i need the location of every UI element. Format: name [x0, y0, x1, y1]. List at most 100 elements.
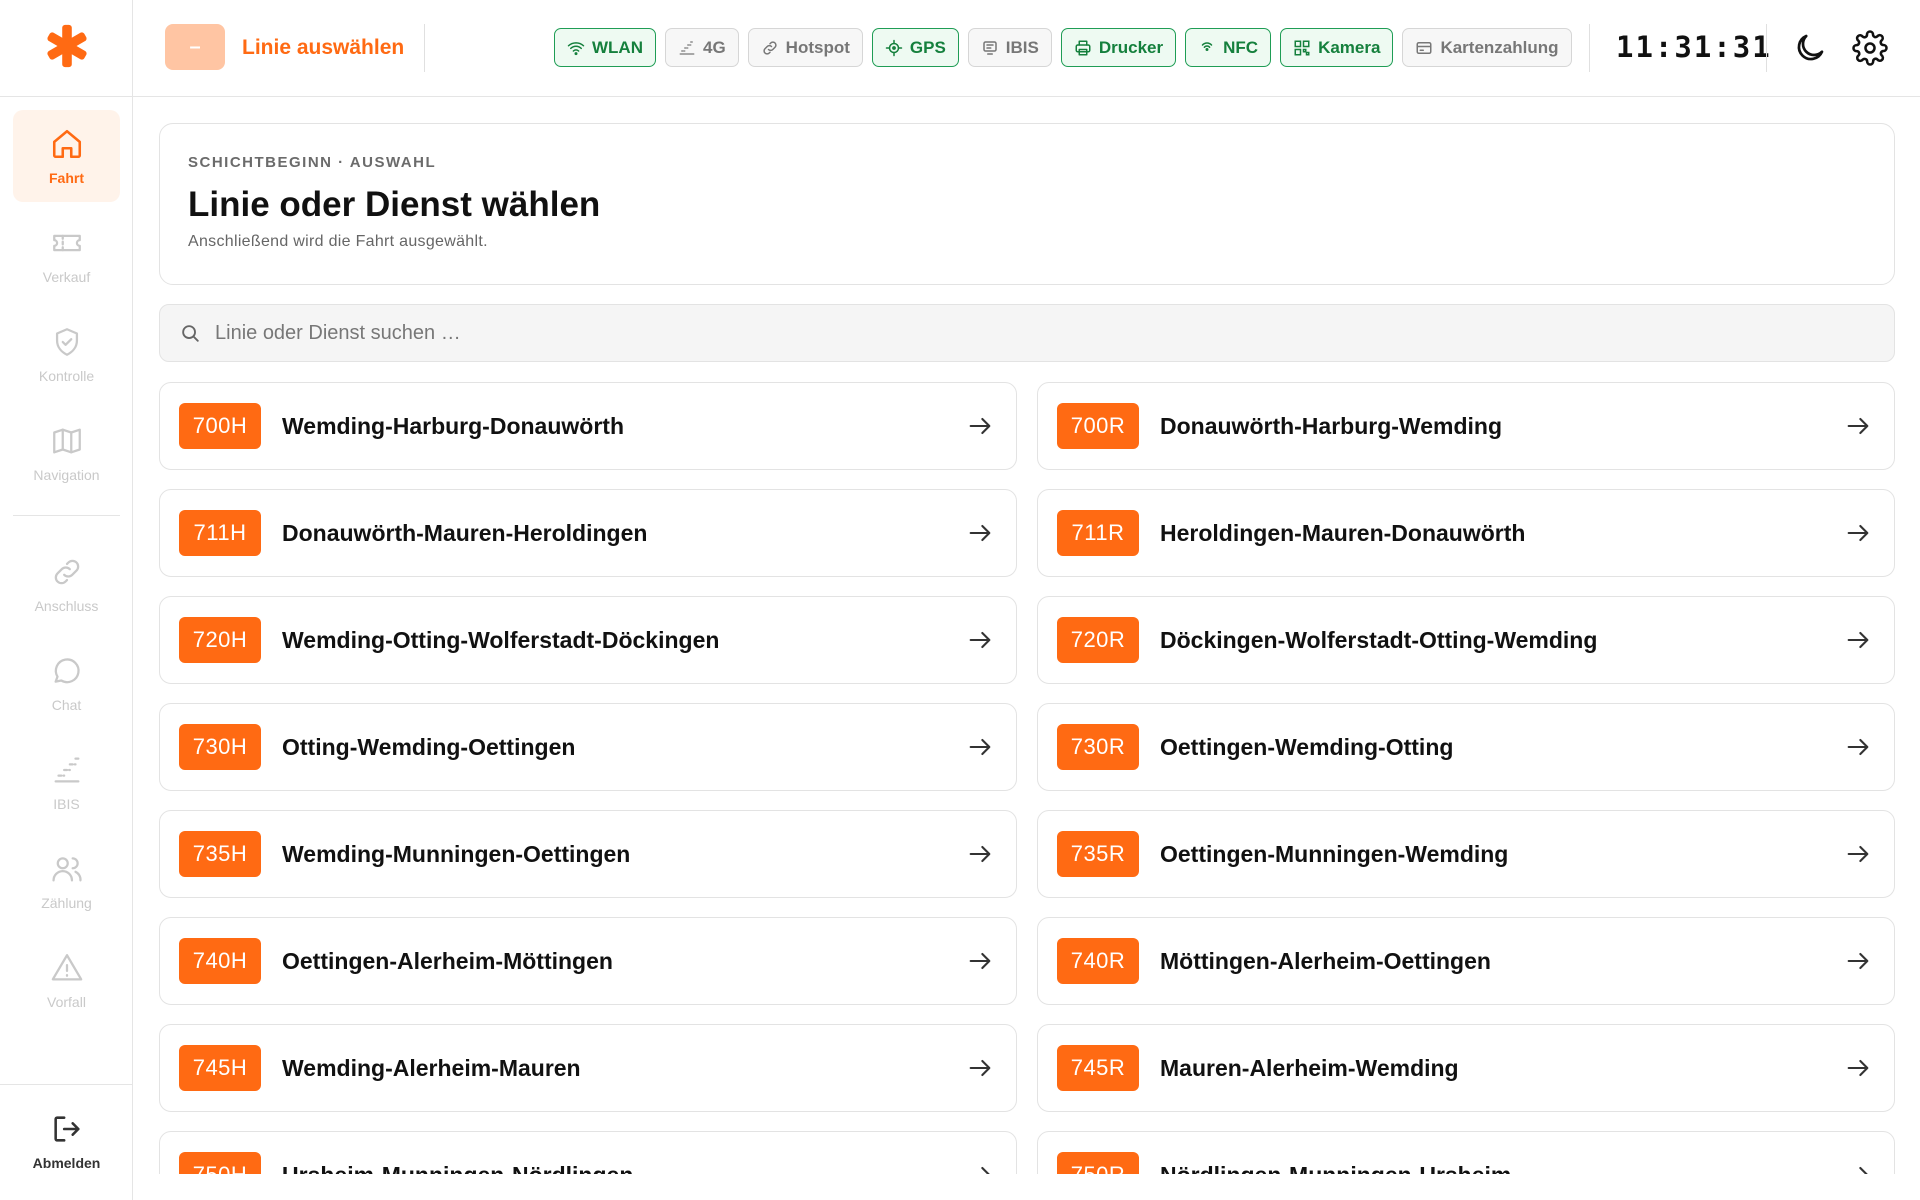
route-code-badge: 740H — [179, 938, 261, 984]
route-code-badge: 735H — [179, 831, 261, 877]
page-subtitle: Anschließend wird die Fahrt ausgewählt. — [188, 233, 488, 250]
ibis-icon — [981, 39, 999, 57]
arrow-right-icon — [1844, 840, 1872, 868]
search-icon — [179, 322, 201, 344]
logout-icon — [50, 1112, 84, 1146]
status-chip-drucker[interactable]: Drucker — [1060, 28, 1177, 67]
shield-check-icon — [50, 325, 84, 359]
route-card[interactable]: 745H Wemding-Alerheim-Mauren — [159, 1024, 1017, 1112]
back-button[interactable]: – — [165, 24, 225, 70]
route-name: Döckingen-Wolferstadt-Otting-Wemding — [1160, 626, 1598, 653]
sidebar-item-label: IBIS — [53, 795, 80, 812]
ticket-icon — [50, 226, 84, 260]
arrow-right-icon — [1844, 412, 1872, 440]
status-chip-hotspot[interactable]: Hotspot — [747, 28, 863, 67]
search-input[interactable] — [215, 305, 1894, 361]
route-card[interactable]: 735R Oettingen-Munningen-Wemding — [1037, 810, 1895, 898]
route-card[interactable]: 730H Otting-Wemding-Oettingen — [159, 703, 1017, 791]
sidebar-item-vorfall[interactable]: Vorfall — [13, 934, 120, 1026]
route-card[interactable]: 745R Mauren-Alerheim-Wemding — [1037, 1024, 1895, 1112]
route-card[interactable]: 735H Wemding-Munningen-Oettingen — [159, 810, 1017, 898]
arrow-right-icon — [1844, 733, 1872, 761]
asterisk-logo-icon — [44, 23, 90, 74]
route-code-badge: 740R — [1057, 938, 1139, 984]
route-code-badge: 745R — [1057, 1045, 1139, 1091]
route-name: Wemding-Harburg-Donauwörth — [282, 412, 624, 439]
route-card[interactable]: 750H Ursheim-Munningen-Nördlingen — [159, 1131, 1017, 1174]
route-card[interactable]: 720R Döckingen-Wolferstadt-Otting-Wemding — [1037, 596, 1895, 684]
app-logo — [0, 0, 133, 97]
route-code-badge: 735R — [1057, 831, 1139, 877]
route-code-badge: 700R — [1057, 403, 1139, 449]
wifi-icon — [567, 39, 585, 57]
status-chip-label: IBIS — [1005, 37, 1039, 57]
nfc-icon — [1198, 39, 1216, 57]
search-box[interactable] — [159, 304, 1895, 362]
status-chip-wlan[interactable]: WLAN — [554, 28, 656, 67]
sidebar-item-label: Kontrolle — [38, 367, 95, 384]
sidebar-item-chat[interactable]: Chat — [13, 637, 120, 729]
sidebar-item-anschluss[interactable]: Anschluss — [13, 538, 120, 630]
route-card[interactable]: 740R Möttingen-Alerheim-Oettingen — [1037, 917, 1895, 1005]
crosshair-icon — [885, 39, 903, 57]
route-card[interactable]: 700H Wemding-Harburg-Donauwörth — [159, 382, 1017, 470]
route-card[interactable]: 740H Oettingen-Alerheim-Möttingen — [159, 917, 1017, 1005]
arrow-right-icon — [1844, 947, 1872, 975]
arrow-right-icon — [966, 1054, 994, 1082]
home-icon — [50, 127, 84, 161]
sidebar: Fahrt Verkauf Kontrolle Navigation Ansch… — [0, 0, 133, 1200]
signal-icon — [678, 39, 696, 57]
sidebar-divider — [13, 515, 120, 516]
theme-toggle-button[interactable] — [1790, 28, 1830, 68]
route-grid: 700H Wemding-Harburg-Donauwörth 700R Donauw… — [159, 382, 1895, 1174]
header-divider — [424, 24, 425, 72]
route-code-badge: 750R — [1057, 1152, 1139, 1174]
route-name: Möttingen-Alerheim-Oettingen — [1160, 947, 1491, 974]
route-card[interactable]: 730R Oettingen-Wemding-Otting — [1037, 703, 1895, 791]
header-divider — [1589, 24, 1590, 72]
sidebar-item-navigation[interactable]: Navigation — [13, 407, 120, 499]
route-card[interactable]: 711R Heroldingen-Mauren-Donauwörth — [1037, 489, 1895, 577]
status-chip-gps[interactable]: GPS — [871, 28, 959, 67]
status-chip-kamera[interactable]: Kamera — [1280, 28, 1394, 67]
sidebar-item-zaehlung[interactable]: Zählung — [13, 835, 120, 927]
status-chip-4g[interactable]: 4G — [664, 28, 739, 67]
status-chip-label: Hotspot — [785, 37, 850, 57]
route-name: Mauren-Alerheim-Wemding — [1160, 1054, 1459, 1081]
route-name: Otting-Wemding-Oettingen — [282, 733, 576, 760]
route-name: Wemding-Alerheim-Mauren — [282, 1054, 581, 1081]
sidebar-item-ibis[interactable]: IBIS — [13, 736, 120, 828]
status-chip-ibis[interactable]: IBIS — [967, 28, 1052, 67]
arrow-right-icon — [966, 1161, 994, 1174]
route-card[interactable]: 720H Wemding-Otting-Wolferstadt-Döckingen — [159, 596, 1017, 684]
status-chip-kartenzahlung[interactable]: Kartenzahlung — [1402, 28, 1572, 67]
route-card[interactable]: 700R Donauwörth-Harburg-Wemding — [1037, 382, 1895, 470]
settings-button[interactable] — [1850, 28, 1890, 68]
route-list[interactable]: 700H Wemding-Harburg-Donauwörth 700R Donauw… — [159, 382, 1895, 1174]
route-card[interactable]: 711H Donauwörth-Mauren-Heroldingen — [159, 489, 1017, 577]
route-card[interactable]: 750R Nördlingen-Munningen-Ursheim — [1037, 1131, 1895, 1174]
sidebar-item-fahrt[interactable]: Fahrt — [13, 110, 120, 202]
signal-icon — [50, 753, 84, 787]
sidebar-item-verkauf[interactable]: Verkauf — [13, 209, 120, 301]
status-chip-label: 4G — [702, 37, 726, 57]
sidebar-item-label: Navigation — [33, 466, 100, 483]
route-code-badge: 711R — [1057, 510, 1139, 556]
status-chip-label: NFC — [1223, 37, 1259, 57]
status-chip-label: Drucker — [1098, 37, 1164, 57]
arrow-right-icon — [966, 947, 994, 975]
route-name: Nördlingen-Munningen-Ursheim — [1160, 1162, 1844, 1175]
qr-icon — [1293, 39, 1311, 57]
logout-button[interactable]: Abmelden — [13, 1095, 120, 1187]
status-chip-nfc[interactable]: NFC — [1185, 28, 1272, 67]
status-chip-label: Kamera — [1318, 37, 1381, 57]
users-icon — [50, 852, 84, 886]
status-chip-label: WLAN — [592, 37, 643, 57]
sidebar-item-kontrolle[interactable]: Kontrolle — [13, 308, 120, 400]
route-name: Wemding-Otting-Wolferstadt-Döckingen — [282, 626, 720, 653]
printer-icon — [1074, 39, 1092, 57]
header-divider — [1766, 24, 1767, 72]
status-chip-label: GPS — [909, 37, 946, 57]
map-icon — [50, 424, 84, 458]
route-code-badge: 711H — [179, 510, 261, 556]
